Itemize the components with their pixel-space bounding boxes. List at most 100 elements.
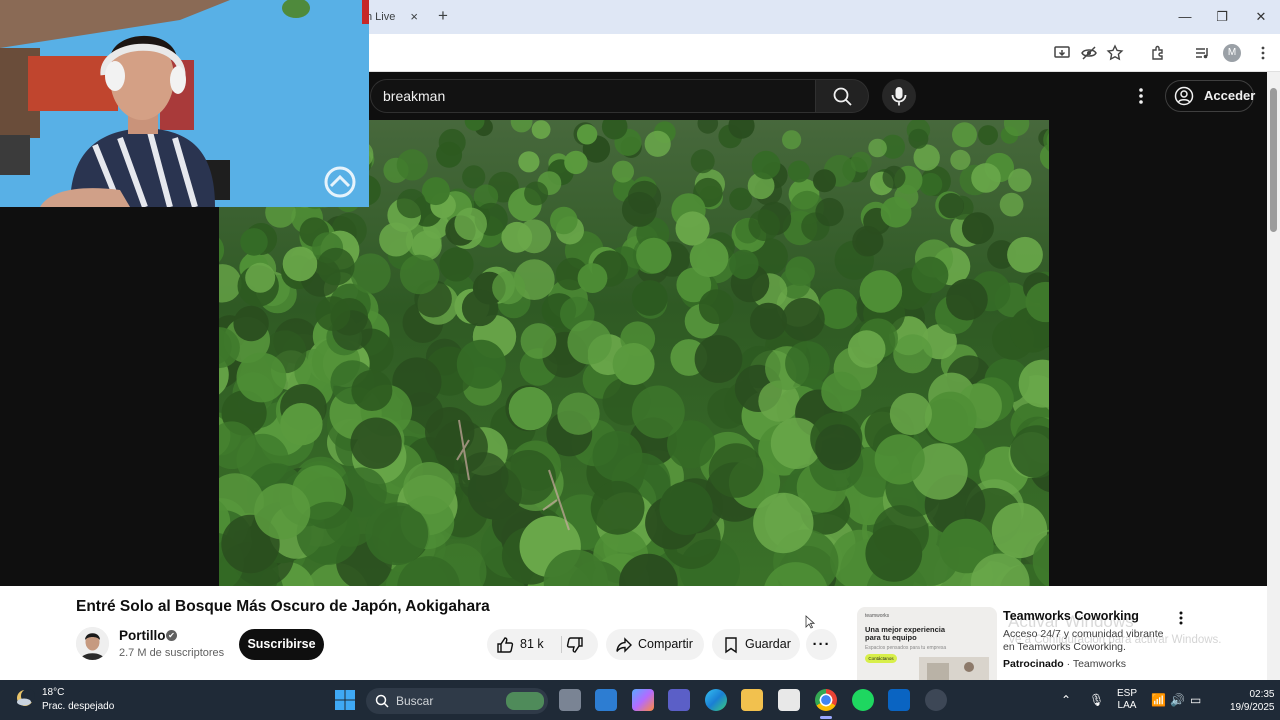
- tree-crown: [636, 237, 672, 274]
- bookmark-star-icon[interactable]: [1106, 44, 1124, 62]
- spotify-icon[interactable]: [852, 689, 874, 711]
- dislike-icon[interactable]: [566, 636, 584, 654]
- search-button[interactable]: [815, 79, 869, 113]
- tree-crown: [781, 297, 825, 341]
- channel-avatar-image: [76, 627, 109, 660]
- share-button[interactable]: Compartir: [606, 629, 704, 660]
- maximize-button[interactable]: ❐: [1207, 6, 1237, 28]
- teams-icon[interactable]: [668, 689, 690, 711]
- tree-crown: [908, 128, 929, 149]
- subscribe-button[interactable]: Suscribirse: [239, 629, 324, 660]
- browser-tab[interactable]: h Live ×: [360, 0, 428, 34]
- widgets-icon[interactable]: [595, 689, 617, 711]
- tree-crown: [952, 122, 977, 148]
- extensions-icon[interactable]: [1149, 44, 1167, 62]
- tree-crown: [978, 125, 998, 146]
- tree-crown: [396, 188, 427, 219]
- weather-description[interactable]: Prac. despejado: [42, 701, 114, 712]
- app-icon-notification[interactable]: [925, 689, 947, 711]
- ad-title[interactable]: Teamworks Coworking: [1003, 609, 1139, 623]
- clock-date: 19/9/2025: [1230, 702, 1275, 713]
- clock-time: 02:35: [1249, 689, 1275, 700]
- install-app-icon[interactable]: [1053, 44, 1071, 62]
- chrome-icon[interactable]: [815, 689, 837, 711]
- tree-crown: [590, 480, 645, 535]
- tree-crown: [315, 296, 351, 331]
- tree-crown: [748, 209, 780, 241]
- tray-chevron-icon[interactable]: ⌃: [1061, 693, 1071, 707]
- outlook-icon[interactable]: [888, 689, 910, 711]
- page-scrollbar-thumb[interactable]: [1270, 88, 1277, 232]
- ad-description: Acceso 24/7 y comunidad vibrante en Team…: [1003, 628, 1164, 653]
- tree-crown: [694, 335, 743, 383]
- minimize-button[interactable]: —: [1170, 6, 1200, 28]
- copilot-icon[interactable]: [632, 689, 654, 711]
- tree-crown: [852, 225, 883, 257]
- like-count[interactable]: 81 k: [520, 629, 544, 660]
- ad-thumb-cta: Contáctanos: [865, 654, 897, 663]
- share-icon: [616, 637, 632, 653]
- voice-search-button[interactable]: [882, 79, 916, 113]
- battery-icon[interactable]: ▭: [1190, 693, 1201, 707]
- windows-start-icon[interactable]: [335, 690, 355, 710]
- tree-crown: [576, 124, 598, 145]
- profile-avatar[interactable]: M: [1223, 44, 1241, 62]
- media-controls-icon[interactable]: [1193, 44, 1211, 62]
- tree-crown: [280, 403, 323, 446]
- more-actions-button[interactable]: ···: [806, 629, 837, 660]
- tree-crown: [1007, 236, 1043, 273]
- file-explorer-icon[interactable]: [741, 689, 763, 711]
- tree-crown: [612, 343, 655, 385]
- signin-button[interactable]: Acceder: [1165, 80, 1255, 112]
- tree-crown: [592, 430, 643, 481]
- taskbar-search-box[interactable]: Buscar: [366, 688, 548, 714]
- tree-crown: [813, 169, 836, 193]
- tree-crown: [815, 424, 862, 471]
- tree-crown: [461, 289, 499, 327]
- browser-menu-icon[interactable]: [1254, 44, 1272, 62]
- tree-crown: [729, 187, 752, 211]
- tree-crown: [577, 263, 608, 293]
- tree-crown: [520, 323, 557, 359]
- ad-menu-icon[interactable]: [1174, 610, 1188, 626]
- like-icon[interactable]: [496, 636, 514, 654]
- new-tab-button[interactable]: +: [434, 7, 452, 25]
- tree-crown: [456, 339, 506, 389]
- tree-crown: [882, 165, 906, 189]
- tree-crown: [750, 302, 787, 340]
- tree-crown: [847, 330, 886, 368]
- moon-weather-icon[interactable]: [15, 688, 35, 708]
- language-code: ESP: [1117, 688, 1138, 699]
- edge-icon[interactable]: [705, 689, 727, 711]
- tab-close-icon[interactable]: ×: [410, 9, 418, 24]
- tree-crown: [868, 138, 887, 158]
- tree-crown: [821, 371, 862, 412]
- task-view-icon[interactable]: [559, 689, 581, 711]
- channel-name[interactable]: Portillo: [119, 628, 166, 643]
- close-window-button[interactable]: ✕: [1246, 6, 1276, 28]
- search-input[interactable]: breakman: [370, 79, 816, 113]
- eye-off-icon[interactable]: [1080, 44, 1098, 62]
- weather-temperature[interactable]: 18°C: [42, 687, 64, 698]
- like-dislike-group: 81 k: [487, 629, 598, 660]
- system-clock[interactable]: 02:35 19/9/2025: [1230, 688, 1275, 714]
- input-language[interactable]: ESP LAA: [1117, 688, 1137, 712]
- microsoft-store-icon[interactable]: [778, 689, 800, 711]
- tree-crown: [567, 320, 612, 365]
- wifi-icon[interactable]: 📶: [1151, 693, 1166, 707]
- tree-crown: [317, 247, 355, 286]
- volume-icon[interactable]: 🔊: [1170, 693, 1185, 707]
- channel-avatar[interactable]: [76, 627, 109, 660]
- tree-crown: [399, 254, 440, 295]
- tree-crown: [350, 417, 402, 469]
- tree-crown: [557, 392, 600, 435]
- save-button[interactable]: Guardar: [712, 629, 800, 660]
- settings-kebab-icon[interactable]: [1132, 86, 1150, 106]
- ad-thumbnail[interactable]: teamworks Una mejor experiencia para tu …: [857, 607, 997, 680]
- screen: h Live × + — ❐ ✕ M breakman Acceder Entr…: [0, 0, 1280, 720]
- tree-crown: [971, 163, 1001, 193]
- tree-crown: [698, 289, 734, 325]
- tree-crown: [1008, 168, 1032, 192]
- tray-microphone-icon[interactable]: 🎙: [1089, 693, 1104, 707]
- tree-crown: [911, 256, 949, 294]
